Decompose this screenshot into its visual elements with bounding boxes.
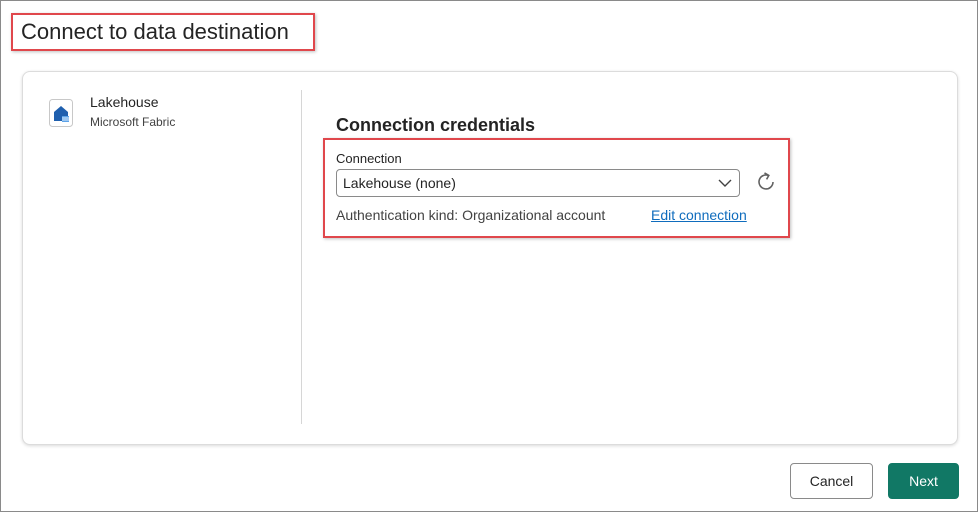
content-panel: Lakehouse Microsoft Fabric Connection cr… [22,71,958,445]
panel-divider [301,90,302,424]
dialog-frame: Connect to data destination Lakehouse Mi… [0,0,978,512]
connection-select[interactable]: Lakehouse (none) [336,169,740,197]
connection-select-value: Lakehouse (none) [343,175,456,191]
source-provider: Microsoft Fabric [90,115,176,129]
edit-connection-link[interactable]: Edit connection [651,207,747,223]
connection-label: Connection [336,151,402,166]
section-title: Connection credentials [336,115,536,135]
source-name: Lakehouse [90,94,159,110]
authentication-kind: Authentication kind: Organizational acco… [336,207,606,223]
dialog-title: Connect to data destination [21,19,289,44]
next-button[interactable]: Next [888,463,959,499]
refresh-icon[interactable] [754,170,778,194]
chevron-down-icon [718,179,732,187]
title-highlight: Connect to data destination [11,13,315,51]
cancel-button[interactable]: Cancel [790,463,873,499]
lakehouse-icon [49,99,73,127]
